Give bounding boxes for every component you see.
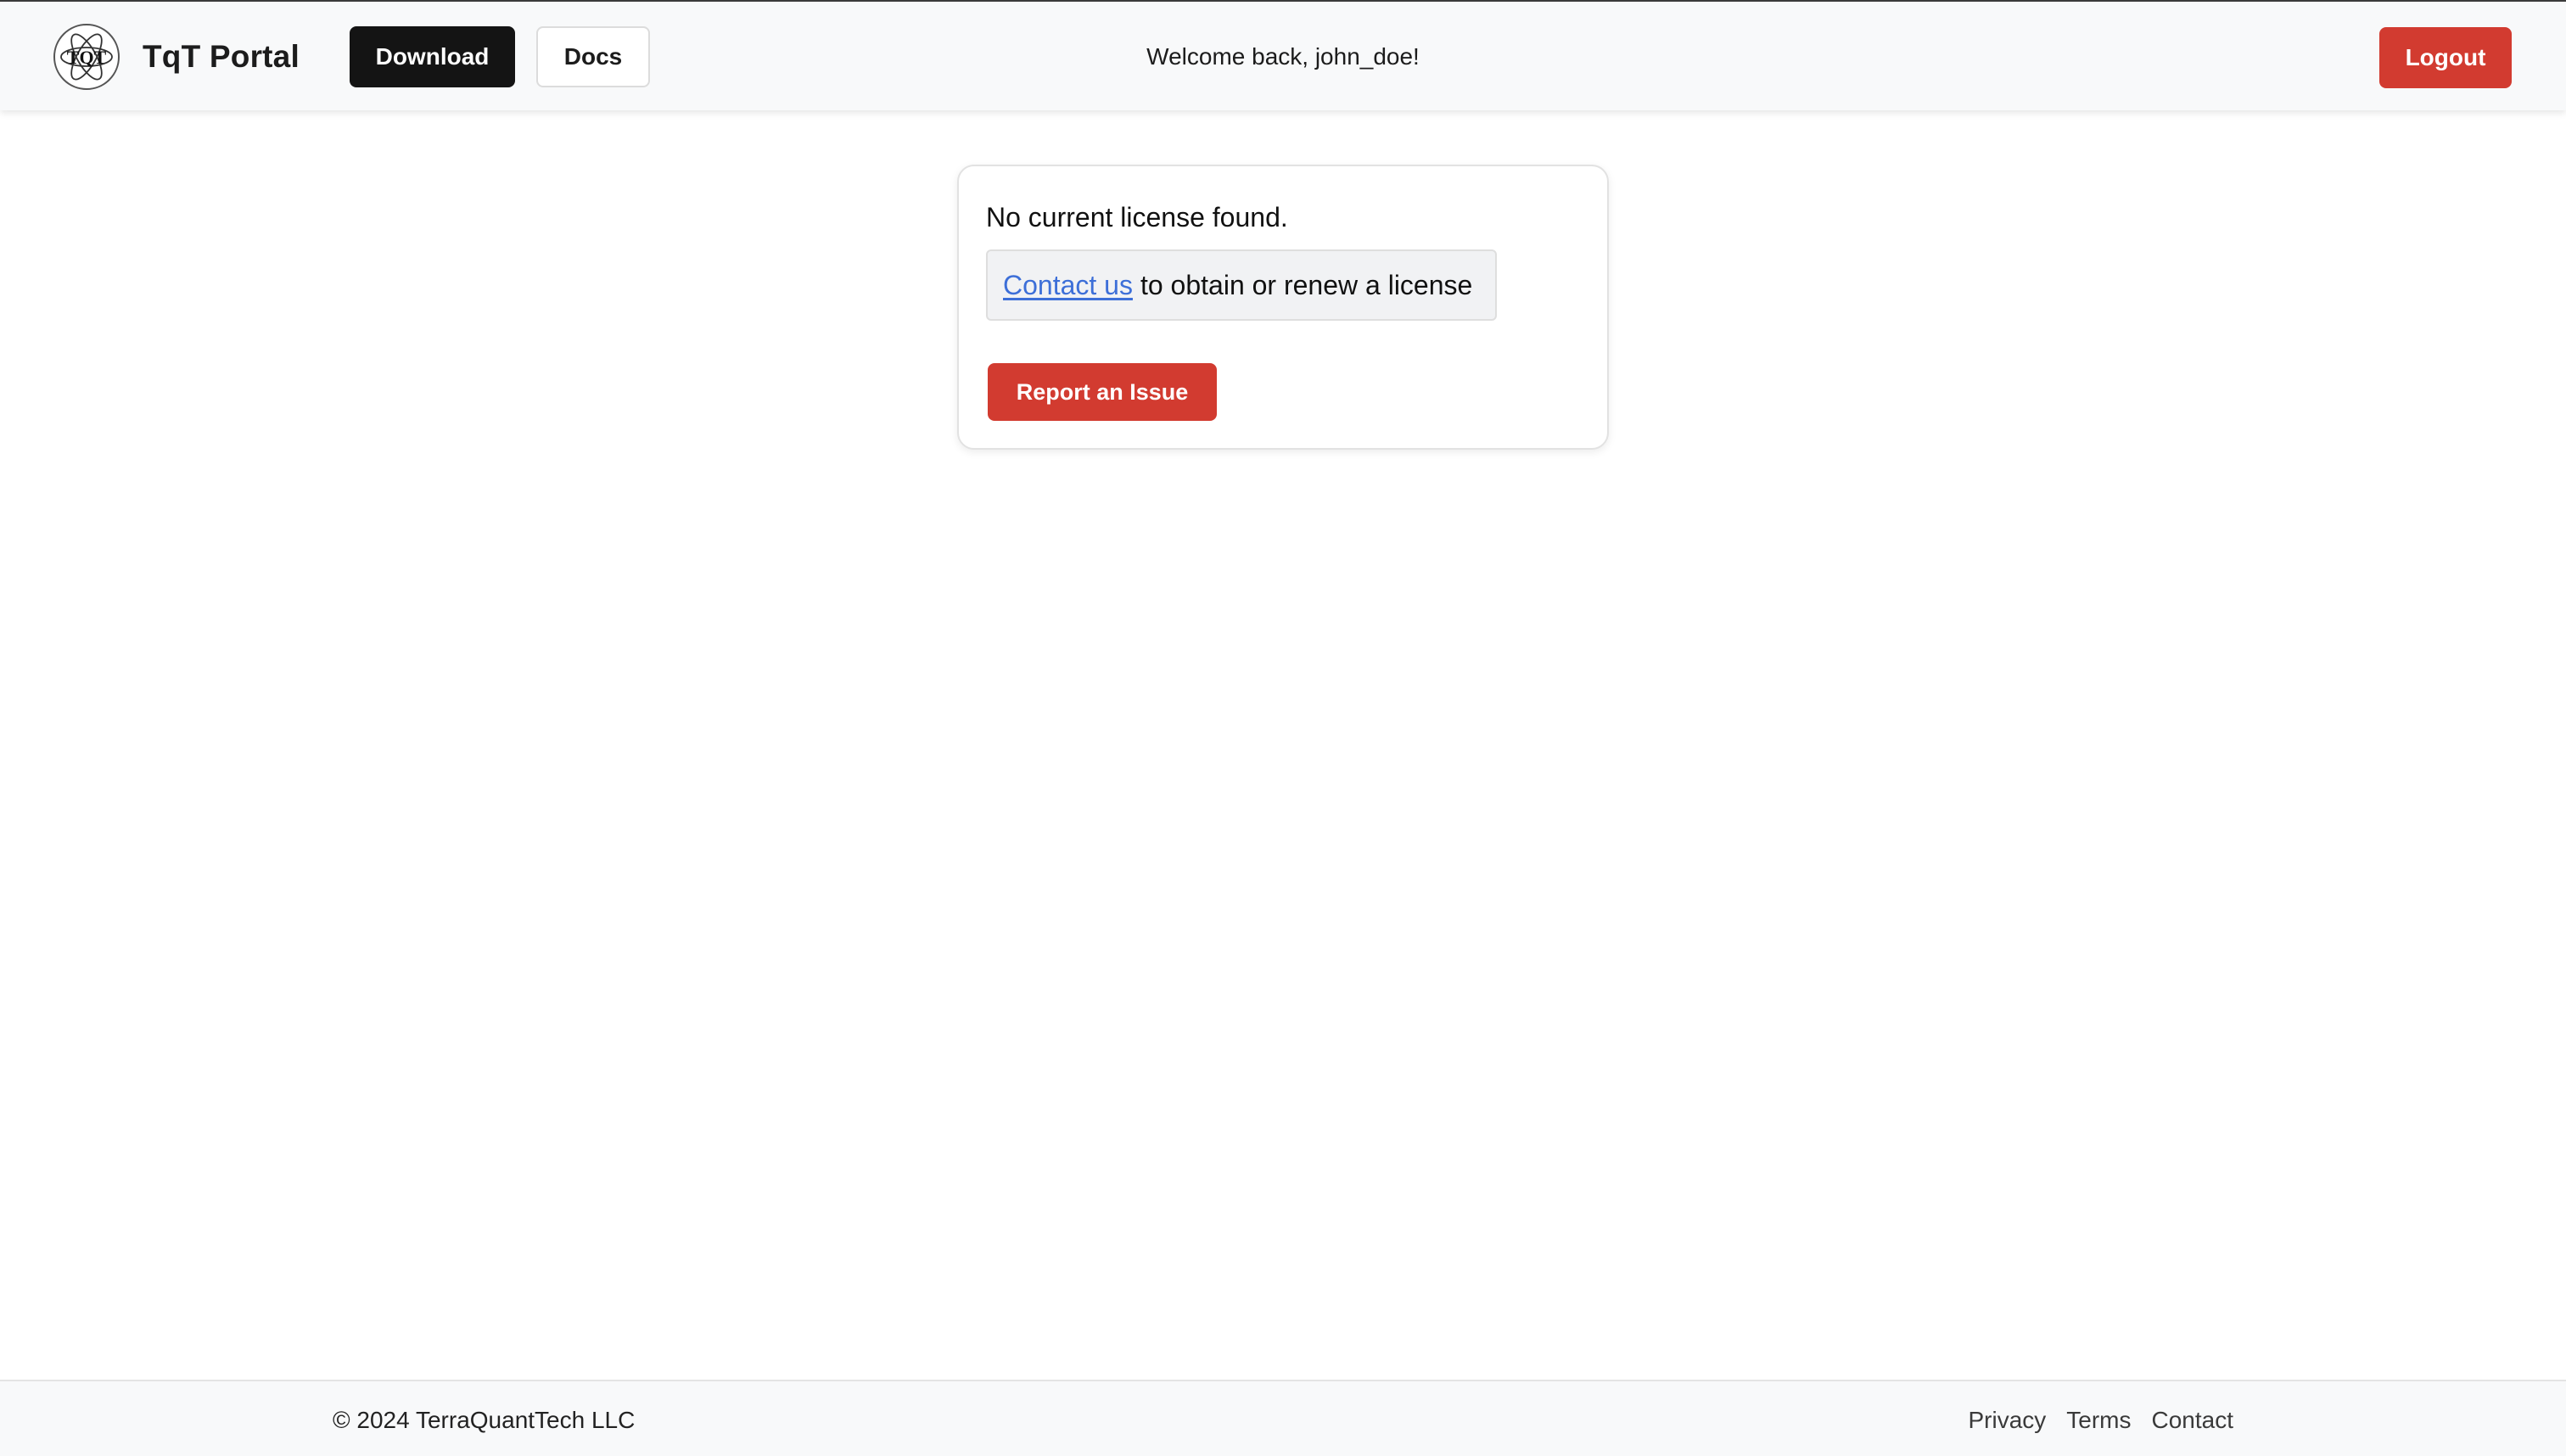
page: TQT TqT Portal Download Docs Welcome bac… [0,0,2566,1456]
contact-notice: Contact us to obtain or renew a license [986,249,1497,321]
license-card: No current license found. Contact us to … [957,165,1609,450]
report-issue-button[interactable]: Report an Issue [988,363,1217,421]
footer-link-contact[interactable]: Contact [2152,1403,2234,1437]
license-status-message: No current license found. [986,202,1288,232]
logout-button[interactable]: Logout [2379,27,2512,88]
footer-link-privacy[interactable]: Privacy [1968,1403,2046,1437]
contact-notice-text: to obtain or renew a license [1140,269,1473,300]
welcome-message: Welcome back, john_doe! [1146,43,1420,70]
footer-link-terms[interactable]: Terms [2066,1403,2131,1437]
contact-us-link[interactable]: Contact us [1003,270,1133,301]
copyright-text: © 2024 TerraQuantTech LLC [333,1407,636,1433]
top-navbar: TQT TqT Portal Download Docs Welcome bac… [0,0,2566,110]
footer: © 2024 TerraQuantTech LLC Privacy Terms … [0,1380,2566,1456]
footer-links: Privacy Terms Contact [1968,1403,2233,1437]
